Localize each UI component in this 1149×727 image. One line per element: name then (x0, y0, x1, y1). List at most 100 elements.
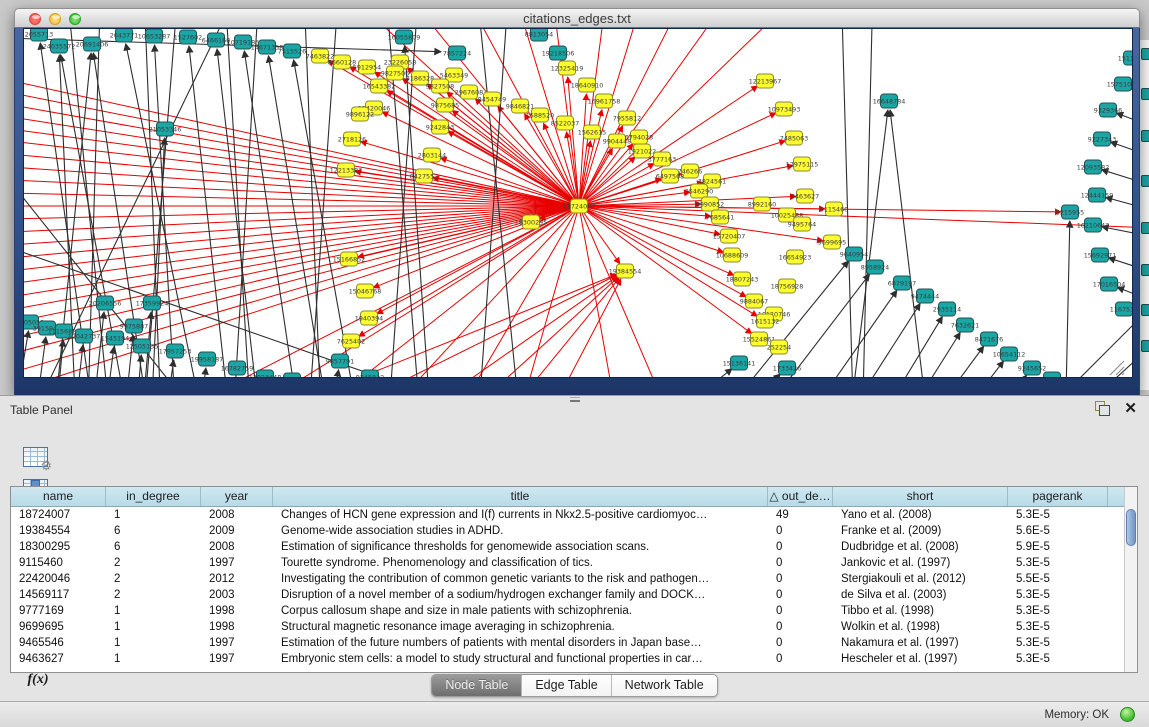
network-node[interactable]: 20691406 (76, 37, 109, 51)
table-cell[interactable]: Disruption of a novel member of a sodium… (273, 587, 768, 603)
network-node[interactable]: 10688609 (716, 248, 749, 262)
table-cell[interactable]: Dudbridge et al. (2008) (833, 539, 1008, 555)
network-node[interactable]: 8990852 (696, 197, 724, 211)
network-node[interactable]: 9474444 (911, 289, 939, 303)
network-node[interactable]: 12213383 (330, 163, 363, 177)
float-panel-icon[interactable] (1095, 401, 1110, 416)
table-cell[interactable]: 5.6E-5 (1008, 523, 1108, 539)
table-cell[interactable]: Changes of HCN gene expression and I(f) … (273, 507, 768, 523)
table-cell[interactable]: 1 (106, 619, 201, 635)
network-node[interactable]: 7625402 (337, 334, 365, 348)
network-node[interactable]: 10654112 (993, 347, 1026, 361)
table-cell[interactable]: 1 (106, 651, 201, 667)
column-header-short[interactable]: short (833, 487, 1008, 506)
network-node[interactable]: 5912954 (353, 60, 381, 74)
network-edge[interactable] (24, 206, 579, 341)
table-cell[interactable]: 49 (768, 507, 833, 523)
table-cell[interactable]: Tourette syndrome. Phenomenology and cla… (273, 555, 768, 571)
tab-network-table[interactable]: Network Table (611, 675, 717, 696)
network-node[interactable]: 18640910 (571, 78, 604, 92)
network-node[interactable]: 1167533 (1110, 302, 1133, 316)
table-cell[interactable]: Tibbo et al. (1998) (833, 603, 1008, 619)
table-cell[interactable]: 2009 (201, 523, 273, 539)
network-node[interactable]: 15692971 (1084, 248, 1117, 262)
network-node[interactable]: 20206556 (89, 296, 122, 310)
table-cell[interactable]: 1 (106, 507, 201, 523)
network-edge[interactable] (1116, 113, 1133, 133)
table-row[interactable]: 911546021997Tourette syndrome. Phenomeno… (11, 555, 1137, 571)
table-cell[interactable]: 6 (106, 523, 201, 539)
table-cell[interactable]: 5.3E-5 (1008, 619, 1108, 635)
table-cell[interactable]: 0 (768, 539, 833, 555)
network-edge[interactable] (87, 29, 102, 378)
table-cell[interactable]: 5.3E-5 (1008, 651, 1108, 667)
network-edge[interactable] (432, 277, 618, 378)
network-edge[interactable] (1131, 88, 1133, 109)
network-edge[interactable] (232, 29, 262, 378)
table-row[interactable]: 1456911722003Disruption of a novel membe… (11, 587, 1137, 603)
network-node[interactable]: 2935114 (933, 302, 961, 316)
table-cell[interactable]: 5.3E-5 (1008, 603, 1108, 619)
network-svg[interactable]: 2055713240355722069140620437711065328715… (24, 29, 1133, 378)
table-cell[interactable]: 18724007 (11, 507, 106, 523)
panel-resize-grip[interactable] (570, 397, 580, 402)
table-cell[interactable]: 5.9E-5 (1008, 539, 1108, 555)
minimize-window-icon[interactable] (49, 13, 61, 25)
table-cell[interactable]: 1997 (201, 555, 273, 571)
network-edge[interactable] (1109, 258, 1133, 278)
table-cell[interactable]: Wolkin et al. (1998) (833, 619, 1008, 635)
column-header-pagerank[interactable]: pagerank (1008, 487, 1108, 506)
network-edge[interactable] (579, 157, 635, 206)
tab-edge-table[interactable]: Edge Table (521, 675, 610, 696)
network-node[interactable]: 9245812 (356, 370, 384, 378)
network-edge[interactable] (1102, 170, 1133, 191)
table-row[interactable]: 946554611997Estimation of the future num… (11, 635, 1137, 651)
column-header-name[interactable]: name (11, 487, 106, 506)
table-row[interactable]: 2242004622012Investigating the contribut… (11, 571, 1137, 587)
table-cell[interactable]: 9463627 (11, 651, 106, 667)
network-node[interactable]: 19958187 (191, 352, 224, 366)
network-edge[interactable] (134, 355, 141, 378)
network-edge[interactable] (382, 112, 579, 206)
network-edge[interactable] (189, 46, 232, 378)
network-edge[interactable] (702, 374, 780, 378)
network-edge[interactable] (441, 158, 579, 206)
table-cell[interactable]: 2 (106, 587, 201, 603)
table-cell[interactable]: 18300295 (11, 539, 106, 555)
network-edge[interactable] (1106, 197, 1133, 215)
network-node[interactable]: 9699695 (818, 235, 846, 249)
network-node[interactable]: 9245652 (1018, 361, 1046, 375)
network-edge[interactable] (832, 304, 920, 378)
table-cell[interactable]: 1998 (201, 603, 273, 619)
table-row[interactable]: 946362711997Embryonic stem cells: a mode… (11, 651, 1137, 667)
network-node[interactable]: 15751074 (1107, 77, 1133, 91)
table-cell[interactable]: 5.3E-5 (1008, 507, 1108, 523)
network-edge[interactable] (197, 368, 206, 378)
network-node[interactable]: 16210643 (1077, 218, 1110, 232)
table-cell[interactable]: Genome-wide association studies in ADHD. (273, 523, 768, 539)
tab-node-table[interactable]: Node Table (432, 675, 521, 696)
table-cell[interactable]: 0 (768, 603, 833, 619)
network-node[interactable]: 7485063 (780, 131, 808, 145)
column-header-out_de[interactable]: △ out_de… (768, 487, 833, 506)
network-edge[interactable] (1047, 336, 1133, 378)
network-node[interactable]: 12093582 (1077, 160, 1110, 174)
network-node[interactable]: 18756928 (771, 279, 804, 293)
table-row[interactable]: 969969511998Structural magnetic resonanc… (11, 619, 1137, 635)
table-cell[interactable]: 0 (768, 523, 833, 539)
network-node[interactable]: 1733426 (773, 361, 801, 375)
table-cell[interactable]: 1 (106, 603, 201, 619)
network-node[interactable]: 9463627 (791, 189, 819, 203)
table-cell[interactable]: Hescheler et al. (1997) (833, 651, 1008, 667)
table-cell[interactable]: 9115460 (11, 555, 106, 571)
network-canvas[interactable]: 2055713240355722069140620437711065328715… (23, 28, 1133, 378)
network-edge[interactable] (1132, 313, 1133, 333)
network-node[interactable]: 9975887 (120, 319, 148, 333)
network-edge[interactable] (162, 360, 174, 378)
network-edge[interactable] (405, 46, 432, 378)
network-node[interactable]: 10653287 (138, 29, 171, 43)
table-settings-icon[interactable] (20, 440, 52, 472)
network-node[interactable]: 9242843 (426, 120, 454, 134)
network-edge[interactable] (847, 110, 888, 378)
table-cell[interactable]: 6 (106, 539, 201, 555)
